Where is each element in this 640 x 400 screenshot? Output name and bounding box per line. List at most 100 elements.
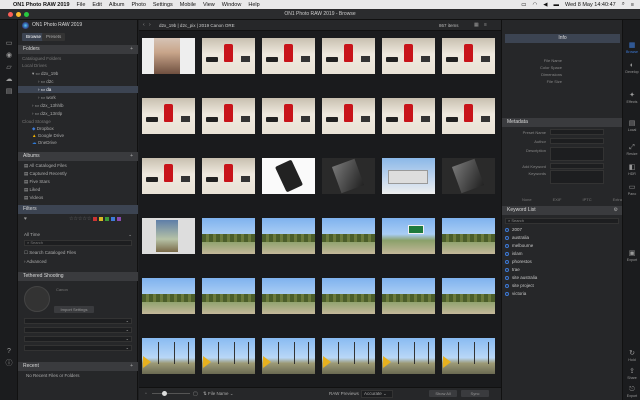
menu-window[interactable]: Window [222,2,242,8]
photo-thumbnail[interactable] [382,158,435,194]
album-item[interactable]: ▤ Five Stars [18,178,138,185]
keyword-item[interactable]: site australia [505,274,619,281]
module-browse[interactable]: ▦ Browse [624,42,640,54]
preset-name-field[interactable] [550,129,604,135]
thumbnail-cell[interactable] [319,271,379,331]
tether-setting-dropdown[interactable]: ⌄ [24,345,132,351]
album-item[interactable]: ▤ Liked [18,186,138,193]
metadata-tab[interactable]: EXIF [553,197,562,202]
recent-options-icon[interactable]: + [130,362,133,371]
photo-thumbnail[interactable] [322,158,375,194]
thumbnail-size-slider[interactable] [152,391,190,396]
module-pano[interactable]: ▭ Pano [624,184,640,196]
menu-clock[interactable]: Wed 8 May 14:40:47 [565,2,616,8]
menu-file[interactable]: File [77,2,86,8]
tether-setting-dropdown[interactable]: ⌄ [24,336,132,342]
thumbnail-cell[interactable] [439,151,499,211]
camera-icon[interactable]: ◉ [4,52,14,60]
cloud-item-dropbox[interactable]: ◆ Dropbox [18,125,138,132]
keyword-settings-icon[interactable]: ⚙ [614,206,618,215]
album-item[interactable]: ▤ Videos [18,194,138,201]
thumbnail-cell[interactable] [139,211,199,271]
back-icon[interactable]: ‹ [143,22,145,28]
folder-item-selected[interactable]: › ▭ da [18,86,138,93]
browse-mode-icon[interactable]: ▭ [4,40,14,48]
thumbnail-cell[interactable] [379,331,439,387]
import-settings-button[interactable]: Import Settings [54,306,94,313]
filters-header[interactable]: Filters [18,205,138,214]
thumbnail-cell[interactable] [439,31,499,91]
module-resize[interactable]: ⤢ Resize [624,144,640,156]
help-icon[interactable]: ? [4,348,14,356]
color-label-green[interactable] [105,217,110,221]
raw-previews-dropdown[interactable]: Accurate ⌄ [361,390,393,398]
photo-thumbnail[interactable] [322,38,375,74]
thumbnail-cell[interactable] [139,271,199,331]
thumbnail-cell[interactable] [379,31,439,91]
export-button[interactable]: ⎋ Export [624,386,640,398]
keyword-item[interactable]: phorestos [505,258,619,265]
hold-button[interactable]: ↻ Hold [624,350,640,362]
keyword-search-input[interactable]: ⌕ Search [505,218,619,224]
keyword-list-header[interactable]: Keyword List ⚙ [502,206,623,215]
shutter-button[interactable] [24,286,50,312]
keyword-item[interactable]: site project [505,282,619,289]
photo-thumbnail[interactable] [262,98,315,134]
search-cataloged-checkbox[interactable]: ☐ Search Cataloged Files [18,249,138,256]
keywords-field[interactable] [550,170,604,184]
color-label-blue[interactable] [111,217,116,221]
photo-thumbnail[interactable] [382,38,435,74]
description-field[interactable] [550,147,604,161]
photo-thumbnail[interactable] [382,98,435,134]
album-item[interactable]: ▤ Captured Recently [18,170,138,177]
menu-mobile[interactable]: Mobile [180,2,196,8]
folder-item[interactable]: › ▭ d2c [18,78,138,85]
metadata-header[interactable]: Metadata [502,118,623,127]
thumbnail-cell[interactable] [319,211,379,271]
photo-thumbnail[interactable] [442,158,495,194]
thumbnail-cell[interactable] [319,31,379,91]
menu-app-name[interactable]: ON1 Photo RAW 2019 [13,2,70,8]
keyword-item[interactable]: 2007 [505,226,619,233]
module-local[interactable]: ▤ Local [624,120,640,132]
thumbnail-cell[interactable] [439,211,499,271]
keyword-item[interactable]: victoria [505,290,619,297]
thumbnail-cell[interactable] [319,151,379,211]
thumbnail-cell[interactable] [139,151,199,211]
album-item[interactable]: ▤ All Cataloged Files [18,162,138,169]
thumbnail-cell[interactable] [139,331,199,387]
photo-thumbnail[interactable] [142,38,195,74]
advanced-filter-toggle[interactable]: › Advanced [18,258,138,265]
photo-thumbnail[interactable] [202,38,255,74]
menu-album[interactable]: Album [109,2,125,8]
photo-thumbnail[interactable] [142,218,195,254]
thumbnail-cell[interactable] [199,91,259,151]
thumbnail-cell[interactable] [379,151,439,211]
keyword-item[interactable]: melbourne [505,242,619,249]
photo-thumbnail[interactable] [442,38,495,74]
thumbnail-cell[interactable] [259,211,319,271]
thumbnail-cell[interactable] [319,91,379,151]
thumbnail-cell[interactable] [379,211,439,271]
thumbnail-cell[interactable] [199,31,259,91]
tethered-shooting-header[interactable]: Tethered Shooting [18,272,138,281]
star-filter[interactable]: ☆☆☆☆☆ [69,216,91,222]
keyword-item[interactable]: australia [505,234,619,241]
color-label-red[interactable] [93,217,98,221]
folder-item[interactable]: ▾ ▭ d2x_19b [18,70,138,77]
photo-thumbnail[interactable] [142,278,195,314]
photo-thumbnail[interactable] [442,278,495,314]
cloud-item-google-drive[interactable]: ▲ Google Drive [18,132,138,139]
menu-settings[interactable]: Settings [153,2,173,8]
thumbnail-cell[interactable] [319,331,379,387]
folder-item[interactable]: › ▭ d2x_13ntlp [18,110,138,117]
thumbnail-cell[interactable] [379,271,439,331]
photo-thumbnail[interactable] [262,218,315,254]
photo-thumbnail[interactable] [142,98,195,134]
folder-icon[interactable]: ▱ [4,64,14,72]
tab-presets[interactable]: Presets [42,33,66,41]
sync-button[interactable]: Sync [461,390,489,397]
share-button[interactable]: ⇪ Share [624,368,640,380]
albums-header[interactable]: Albums + [18,152,138,161]
photo-thumbnail[interactable] [442,218,495,254]
